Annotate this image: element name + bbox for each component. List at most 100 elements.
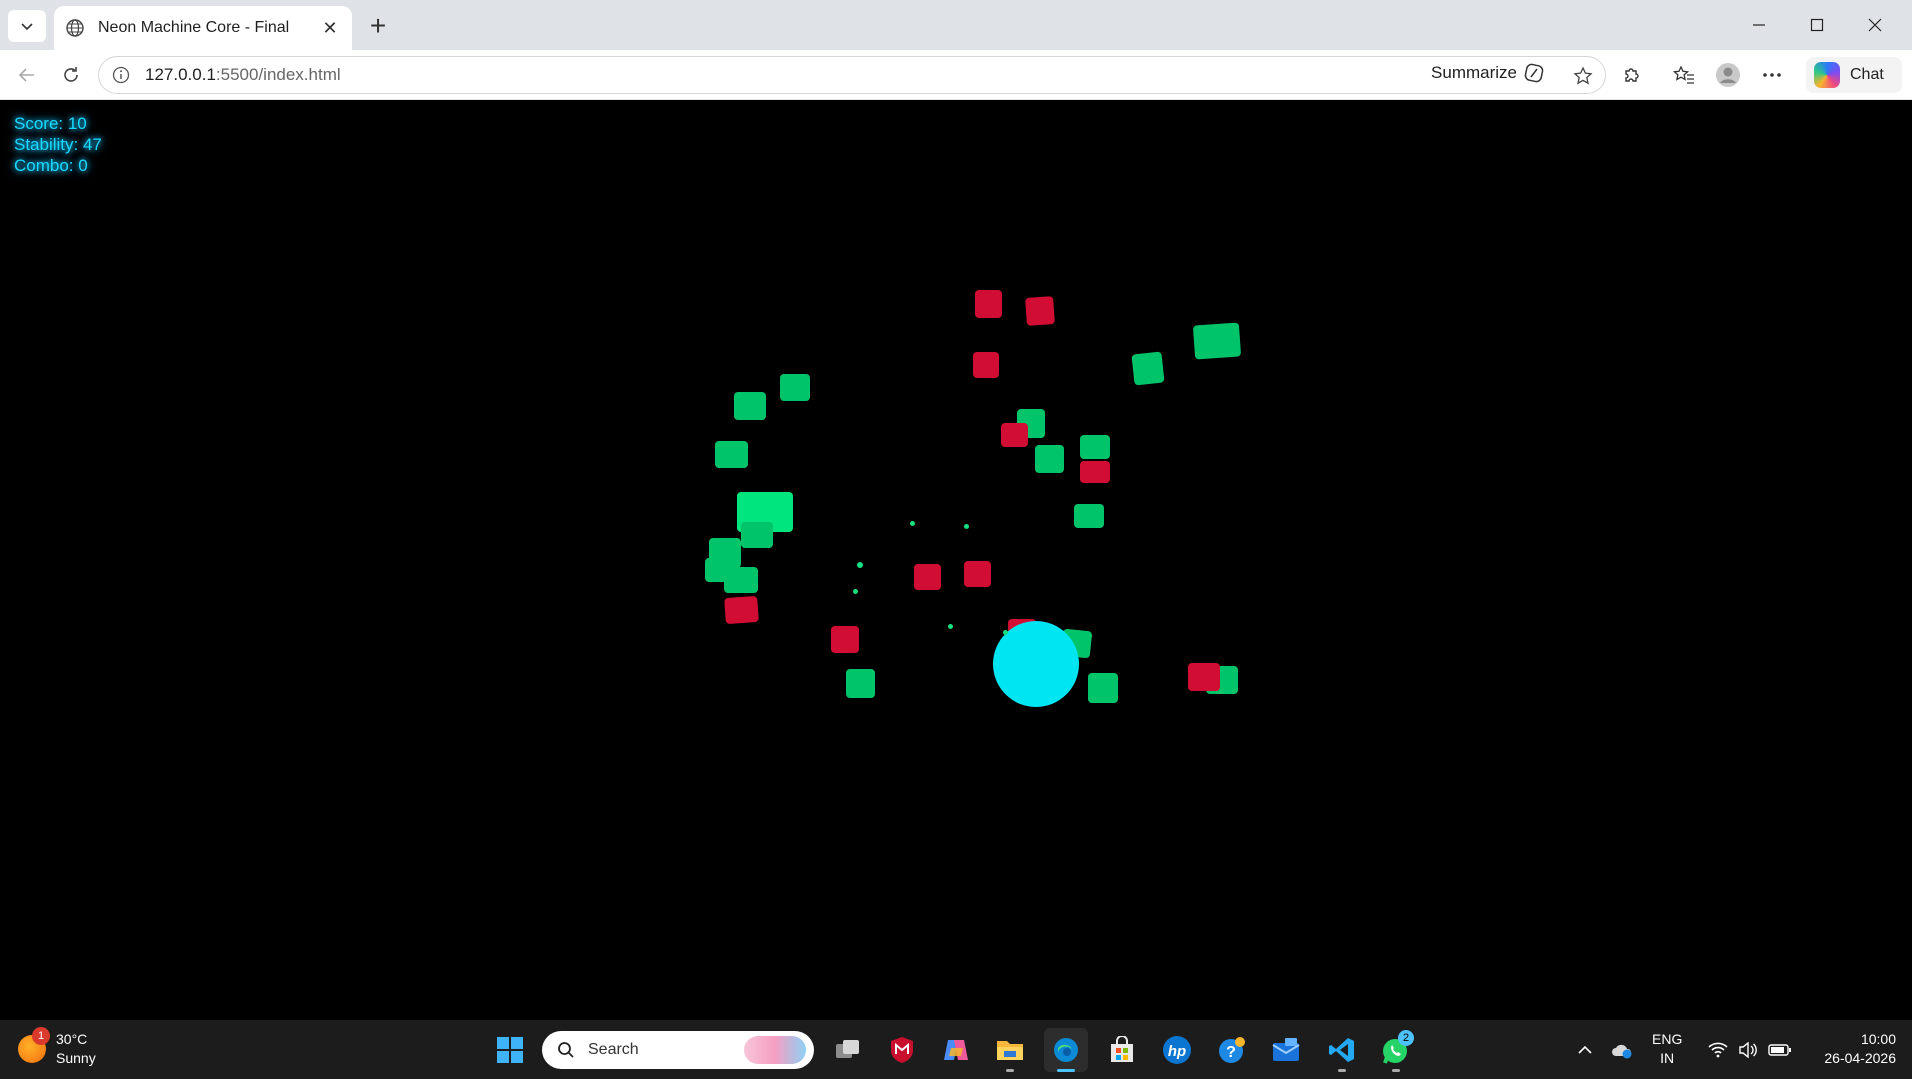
- globe-icon: [64, 17, 86, 39]
- particle: [857, 562, 863, 568]
- more-options-button[interactable]: [1756, 60, 1788, 90]
- vscode-icon: [1329, 1038, 1354, 1062]
- red-block: [831, 626, 859, 653]
- extensions-button[interactable]: [1616, 60, 1648, 90]
- red-block: [1025, 296, 1055, 326]
- tab-close-icon[interactable]: ✕: [318, 16, 342, 40]
- green-block: [1035, 445, 1064, 473]
- folder-icon: [997, 1041, 1023, 1060]
- browser-toolbar: 127.0.0.1:5500/index.html Summarize Chat: [0, 50, 1912, 100]
- volume-icon: [1739, 1041, 1757, 1058]
- profile-button[interactable]: [1712, 60, 1744, 90]
- edge-app[interactable]: [1044, 1028, 1088, 1072]
- mcafee-app[interactable]: [880, 1028, 924, 1072]
- maximize-button[interactable]: [1788, 0, 1846, 50]
- red-block: [1080, 461, 1110, 483]
- browser-tab[interactable]: Neon Machine Core - Final ✕: [54, 6, 352, 50]
- score-readout: Score: 10: [14, 114, 87, 133]
- clock-date: 26-04-2026: [1824, 1050, 1896, 1066]
- outlook-app[interactable]: [1264, 1028, 1308, 1072]
- url-path: :5500/index.html: [215, 65, 341, 84]
- red-block: [964, 561, 991, 587]
- address-bar[interactable]: 127.0.0.1:5500/index.html Summarize: [98, 56, 1606, 94]
- search-icon: [556, 1040, 576, 1060]
- copilot-chat-button[interactable]: Chat: [1806, 57, 1902, 93]
- maximize-icon: [1810, 18, 1824, 32]
- hp-logo-icon: hp: [1163, 1036, 1191, 1064]
- mail-icon: [1272, 1038, 1300, 1061]
- file-explorer-app[interactable]: [988, 1028, 1032, 1072]
- notification-badge: 1: [32, 1027, 50, 1045]
- mcafee-shield-icon: [891, 1037, 913, 1063]
- green-block: [1088, 673, 1118, 703]
- site-info-icon[interactable]: [111, 65, 131, 85]
- summarize-label: Summarize: [1431, 63, 1517, 82]
- chat-label: Chat: [1850, 66, 1884, 83]
- notification-badge: 2: [1398, 1030, 1414, 1046]
- help-icon: ?: [1219, 1037, 1245, 1063]
- green-block: [734, 392, 766, 420]
- chevron-up-icon: [1578, 1045, 1592, 1054]
- favorite-star-button[interactable]: [1569, 63, 1597, 89]
- microsoft-store-app[interactable]: [1100, 1028, 1144, 1072]
- vscode-app[interactable]: [1320, 1028, 1364, 1072]
- system-clock[interactable]: 10:00 26-04-2026: [1812, 1030, 1896, 1068]
- copilot-icon: [944, 1040, 968, 1060]
- url-host: 127.0.0.1: [145, 65, 216, 84]
- task-view-button[interactable]: [826, 1028, 870, 1072]
- show-hidden-icons-button[interactable]: [1570, 1020, 1600, 1079]
- particle: [948, 624, 953, 629]
- chevron-down-icon: [21, 23, 33, 31]
- tab-actions-menu-button[interactable]: [8, 10, 46, 42]
- green-block: [724, 567, 758, 593]
- copilot-app[interactable]: [934, 1028, 978, 1072]
- hp-app[interactable]: hp: [1155, 1028, 1199, 1072]
- running-indicator: [1392, 1069, 1400, 1072]
- green-block: [1080, 435, 1110, 459]
- quick-settings-button[interactable]: [1700, 1020, 1800, 1079]
- running-indicator: [1006, 1069, 1014, 1072]
- green-block: [1074, 504, 1104, 528]
- minimize-button[interactable]: [1730, 0, 1788, 50]
- puzzle-icon: [1625, 68, 1639, 82]
- taskbar-search[interactable]: Search: [542, 1031, 814, 1069]
- back-button[interactable]: [10, 59, 44, 91]
- tab-title: Neon Machine Core - Final: [98, 19, 290, 36]
- start-button[interactable]: [488, 1028, 532, 1072]
- green-block: [741, 522, 773, 548]
- stability-readout: Stability: 47: [14, 135, 102, 154]
- red-block: [1001, 423, 1028, 447]
- close-window-button[interactable]: [1846, 0, 1904, 50]
- arrow-left-icon: [18, 68, 34, 82]
- running-indicator: [1338, 1069, 1346, 1072]
- region-code: IN: [1660, 1050, 1675, 1066]
- red-block: [973, 352, 999, 378]
- search-placeholder: Search: [588, 1041, 639, 1058]
- whatsapp-app[interactable]: 2: [1374, 1028, 1418, 1072]
- language-code: ENG: [1652, 1031, 1683, 1047]
- new-tab-button[interactable]: +: [362, 10, 394, 42]
- hud-panel: Score: 10 Stability: 47 Combo: 0: [14, 113, 102, 176]
- favorites-button[interactable]: [1668, 60, 1700, 90]
- weather-widget[interactable]: 1 30°C Sunny: [18, 1027, 96, 1068]
- minimize-icon: [1753, 24, 1765, 26]
- particle: [910, 521, 915, 526]
- task-view-icon: [836, 1040, 859, 1058]
- input-language-indicator[interactable]: ENG IN: [1652, 1030, 1682, 1068]
- url-text: 127.0.0.1:5500/index.html: [145, 65, 341, 85]
- cloud-sync-icon: [1612, 1044, 1632, 1058]
- red-block: [724, 595, 759, 625]
- onedrive-tray-button[interactable]: [1606, 1020, 1638, 1079]
- summarize-button[interactable]: Summarize: [1431, 62, 1545, 84]
- svg-text:?: ?: [1226, 1044, 1236, 1061]
- edge-icon: [1054, 1038, 1078, 1062]
- weather-temperature: 30°C: [56, 1031, 88, 1047]
- reload-button[interactable]: [54, 59, 88, 91]
- green-block: [1131, 351, 1165, 386]
- particle: [853, 589, 858, 594]
- reload-icon: [64, 67, 78, 82]
- clock-time: 10:00: [1860, 1031, 1896, 1047]
- game-canvas[interactable]: Score: 10 Stability: 47 Combo: 0: [0, 101, 1912, 1020]
- windows-logo-icon: [497, 1037, 523, 1063]
- get-help-app[interactable]: ?: [1210, 1028, 1254, 1072]
